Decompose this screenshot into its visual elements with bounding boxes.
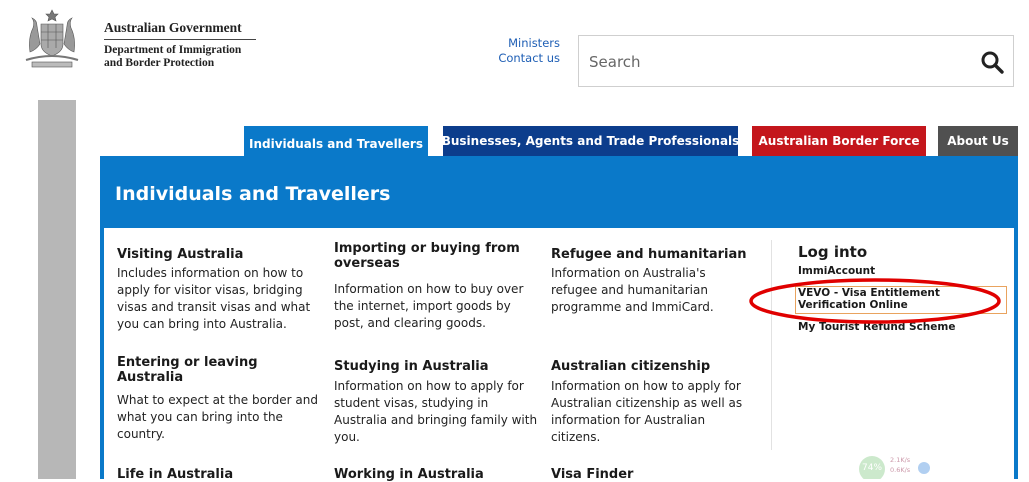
citizenship-description: Information on how to apply for Australi… xyxy=(551,379,743,444)
side-column xyxy=(38,100,76,479)
tab-australian-border-force[interactable]: Australian Border Force xyxy=(752,126,926,156)
link-refugee-and-humanitarian[interactable]: Refugee and humanitarian xyxy=(551,247,756,262)
title-divider xyxy=(104,39,256,40)
contact-us-link[interactable]: Contact us xyxy=(472,51,560,66)
red-highlight-oval xyxy=(749,278,1001,324)
search-bar xyxy=(578,35,1014,87)
search-icon[interactable] xyxy=(979,49,1005,75)
ministers-link[interactable]: Ministers xyxy=(472,36,560,51)
widget-percent: 74% xyxy=(862,463,883,473)
link-life-in-australia[interactable]: Life in Australia xyxy=(117,467,317,482)
entering-leaving-description: What to expect at the border and what yo… xyxy=(117,393,318,441)
log-into-heading: Log into xyxy=(798,243,868,261)
column-divider xyxy=(771,240,772,450)
studying-description: Information on how to apply for student … xyxy=(334,379,538,444)
link-visa-finder[interactable]: Visa Finder xyxy=(551,467,751,482)
utility-links: Ministers Contact us xyxy=(472,36,560,66)
department-line-2: and Border Protection xyxy=(104,57,215,69)
department-line-1: Department of Immigration xyxy=(104,44,242,56)
widget-upload-rate: 2.1K/s xyxy=(890,456,911,464)
visiting-australia-description: Includes information on how to apply for… xyxy=(117,266,311,331)
link-studying-in-australia[interactable]: Studying in Australia xyxy=(334,359,534,374)
link-australian-citizenship[interactable]: Australian citizenship xyxy=(551,359,751,374)
importing-description: Information on how to buy over the inter… xyxy=(334,282,524,330)
link-visiting-australia[interactable]: Visiting Australia xyxy=(117,247,317,262)
link-importing-or-buying[interactable]: Importing or buying from overseas xyxy=(334,241,524,271)
link-entering-or-leaving[interactable]: Entering or leaving Australia xyxy=(117,355,317,385)
refugee-description: Information on Australia's refugee and h… xyxy=(551,266,714,314)
coat-of-arms-logo xyxy=(25,9,79,68)
network-speed-widget: 74% 2.1K/s 0.6K/s xyxy=(858,452,936,479)
search-input[interactable] xyxy=(587,49,961,75)
widget-download-rate: 0.6K/s xyxy=(890,466,911,474)
link-working-in-australia[interactable]: Working in Australia xyxy=(334,467,534,482)
tab-about-us[interactable]: About Us xyxy=(938,126,1018,156)
department-name: Department of Immigration and Border Pro… xyxy=(104,44,241,70)
section-title: Individuals and Travellers xyxy=(115,183,391,205)
government-title: Australian Government xyxy=(104,20,242,35)
tab-businesses-agents[interactable]: Businesses, Agents and Trade Professiona… xyxy=(442,126,739,156)
